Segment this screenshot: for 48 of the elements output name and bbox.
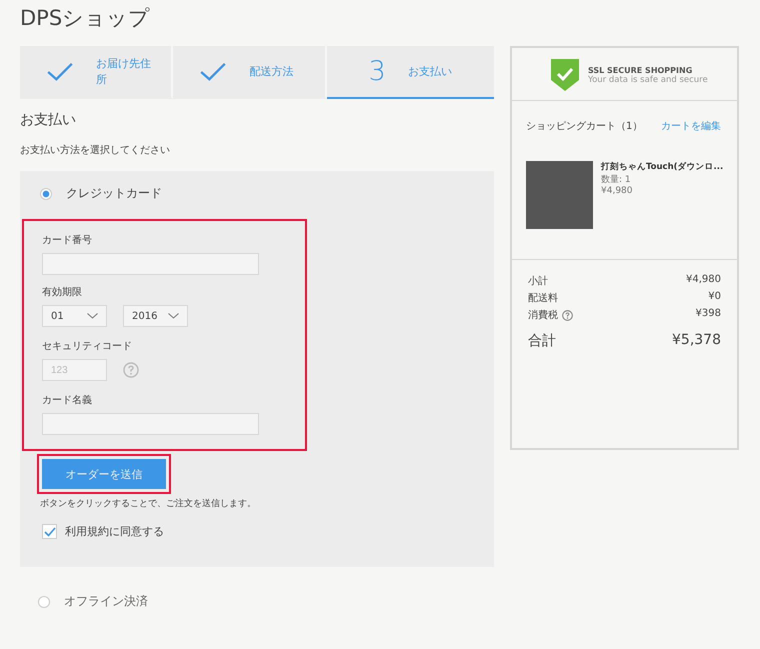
checkmark-icon (46, 62, 74, 82)
submit-note: ボタンをクリックすることで、ご注文を送信します。 (39, 498, 257, 510)
total-label: 合計 (528, 332, 556, 350)
product-quantity: 数量: 1 (601, 174, 632, 186)
shop-title: DPSショップ (20, 5, 152, 32)
submit-order-button[interactable]: オーダーを送信 (42, 459, 166, 489)
field-label: カード番号 (42, 234, 93, 247)
product-name[interactable]: 打刻ちゃんTouch(ダウンロ... (601, 161, 724, 173)
edit-cart-link[interactable]: カートを編集 (661, 119, 721, 133)
section-title: お支払い (20, 111, 77, 129)
terms-label[interactable]: 利用規約に同意する (65, 524, 164, 539)
month-dropdown[interactable]: 01 (42, 305, 107, 327)
card-name-field[interactable] (42, 413, 259, 435)
help-icon[interactable] (562, 310, 573, 320)
card-number-field[interactable] (42, 253, 259, 275)
summary-value: ¥398 (696, 308, 721, 321)
cart-title: ショッピングカート（1） (526, 120, 642, 133)
ssl-title: SSL SECURE SHOPPING (588, 66, 694, 74)
checkbox[interactable] (42, 524, 57, 539)
year-dropdown[interactable]: 2016 (123, 305, 188, 327)
instruction-text: お支払い方法を選択してください (20, 144, 171, 157)
summary-label: 配送料 (528, 292, 558, 305)
ssl-subtitle: Your data is safe and secure (588, 74, 708, 84)
product-price: ¥4,980 (601, 186, 634, 196)
shield-check-icon (550, 58, 580, 92)
step-label: 配送方法 (249, 64, 294, 80)
help-icon[interactable] (123, 362, 139, 378)
checkout-step-tab[interactable]: 配送方法 (173, 46, 327, 99)
summary-label: 消費税 (528, 308, 558, 322)
summary-label: 小計 (528, 274, 548, 288)
summary-value: ¥4,980 (686, 274, 721, 287)
payment-method-label[interactable]: クレジットカード (66, 185, 162, 202)
chevron-down-icon (87, 313, 98, 319)
step-label: お支払い (408, 64, 453, 80)
summary-value: ¥0 (708, 291, 721, 304)
field-label: セキュリティコード (42, 340, 133, 353)
step-number: 3 (368, 56, 386, 87)
field-label: 有効期限 (42, 286, 83, 299)
radio-button[interactable] (38, 596, 50, 608)
field-label: カード名義 (42, 394, 93, 407)
payment-method-label[interactable]: オフライン決済 (64, 593, 148, 610)
total-value: ¥5,378 (672, 332, 721, 350)
security-code-field[interactable]: 123 (42, 359, 107, 381)
radio-button[interactable] (40, 188, 52, 200)
photo-placeholder (526, 161, 593, 229)
step-label: お届け先住所 (96, 56, 152, 87)
chevron-down-icon (168, 313, 179, 319)
checkmark-icon (199, 62, 228, 82)
